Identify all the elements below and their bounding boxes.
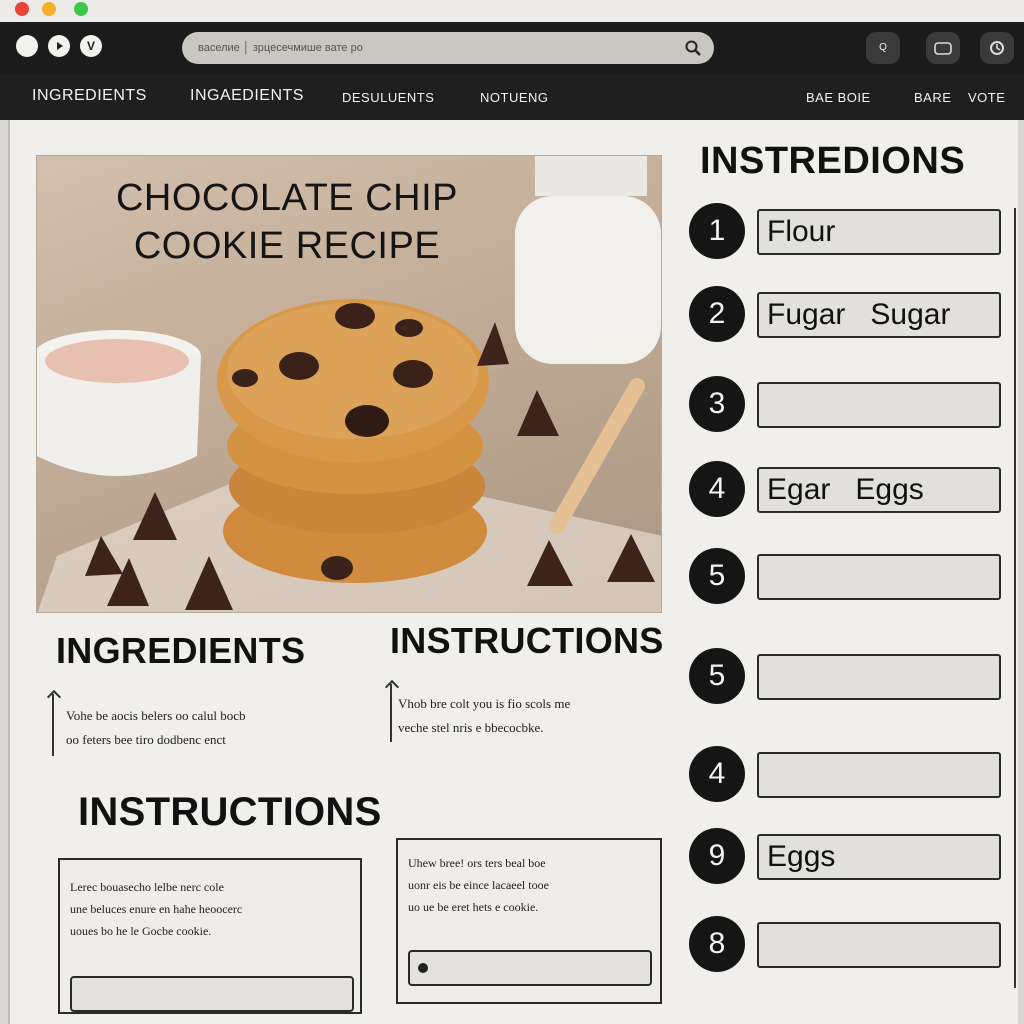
browser-toolbar: V васелие │ зрцесечмише вате ро Q [0,22,1024,74]
nav-item-bare[interactable]: BARE [914,90,951,105]
instruction-input-2[interactable] [408,950,652,986]
nav-item-desuluents[interactable]: DESULUENTS [342,90,434,105]
instruction-box-1: Lerec bouasecho lelbe nerc cole une belu… [58,858,362,1014]
camera-icon [934,42,952,55]
step-row: 9 Eggs [689,828,1009,890]
cursor-dot-icon [418,963,428,973]
step-number-badge: 1 [689,203,745,259]
step-number-badge: 9 [689,828,745,884]
ingredient-field[interactable]: Fugar Sugar [757,292,1001,338]
step-row: 5 [689,548,1009,610]
maximize-window-icon[interactable] [74,2,88,16]
site-nav: INGREDIENTS INGAEDIENTS DESULUENTS NOTUE… [0,74,1024,120]
instructions-heading-lower: INSTRUCTIONS [78,790,382,834]
ingredient-field[interactable] [757,922,1001,968]
address-text: васелие │ зрцесечмише вате ро [198,42,363,54]
ingredients-text-bracket [52,694,54,756]
nav-item-vote[interactable]: VOTE [968,90,1005,105]
step-row: 3 [689,376,1009,438]
box2-line-3: uo ue be eret hets e cookie. [408,900,539,914]
box1-line-2: une beluces enure en hahe heoocerc [70,902,243,916]
box1-line-1: Lerec bouasecho lelbe nerc cole [70,880,224,894]
minimize-window-icon[interactable] [42,2,56,16]
ingredient-field[interactable]: Egar Eggs [757,467,1001,513]
instruction-input-1[interactable] [70,976,354,1012]
ingredients-text-line-2: oo feters bee tiro dodbenc enct [66,732,226,747]
ingredients-heading: INGREDIENTS [56,630,306,671]
instructions-heading-top: INSTRUCTIONS [390,620,664,661]
recipe-hero-image: CHOCOLATE CHIP COOKIE RECIPE [36,155,662,613]
gear-icon [990,41,1004,55]
step-row: 1 Flour [689,203,1009,265]
settings-button[interactable] [980,32,1014,64]
instructions-text-line-2: veche stel nris e bbecocbke. [398,720,544,735]
window-chevron-button[interactable]: V [80,35,102,57]
recipe-title: CHOCOLATE CHIP COOKIE RECIPE [37,174,537,270]
ingredient-field[interactable] [757,752,1001,798]
nav-item-ingredients[interactable]: INGREDIENTS [32,87,147,105]
step-number-badge: 3 [689,376,745,432]
ingredient-field[interactable] [757,554,1001,600]
close-window-icon[interactable] [15,2,29,16]
instruction-box-2-text: Uhew bree! ors ters beal boe uonr eis be… [408,852,549,918]
window-dot-button[interactable] [16,35,38,57]
instruction-box-2: Uhew bree! ors ters beal boe uonr eis be… [396,838,662,1004]
step-number-badge: 5 [689,548,745,604]
box2-line-1: Uhew bree! ors ters beal boe [408,856,546,870]
camera-button[interactable] [926,32,960,64]
step-number-badge: 4 [689,746,745,802]
step-number-badge: 5 [689,648,745,704]
instructions-text-bracket [390,684,392,742]
instruction-box-1-text: Lerec bouasecho lelbe nerc cole une belu… [70,876,242,942]
sidebar-rail [1014,208,1016,988]
step-row: 4 Egar Eggs [689,461,1009,523]
step-row: 2 Fugar Sugar [689,286,1009,348]
address-bar[interactable]: васелие │ зрцесечмише вате ро [182,32,714,64]
os-title-strip [0,0,1024,22]
zoom-button[interactable]: Q [866,32,900,64]
step-row: 4 [689,746,1009,808]
ingredient-field[interactable]: Eggs [757,834,1001,880]
instructions-text: Vhob bre colt you is fio scols me veche … [398,692,570,740]
ingredient-field[interactable]: Flour [757,209,1001,255]
step-number-badge: 2 [689,286,745,342]
recipe-title-line-2: COOKIE RECIPE [133,225,441,267]
ingredient-field[interactable] [757,382,1001,428]
ingredient-field[interactable] [757,654,1001,700]
instructions-text-line-1: Vhob bre colt you is fio scols me [398,696,571,711]
box1-line-3: uoues bo he le Gocbe cookie. [70,924,212,938]
nav-item-ingaedients[interactable]: INGAEDIENTS [190,87,304,105]
box2-line-2: uonr eis be eince lacaeel tooe [408,878,549,892]
step-row: 8 [689,916,1009,978]
step-number-badge: 4 [689,461,745,517]
ingredients-text: Vohe be aocis belers oo calul bocb oo fe… [66,704,246,752]
nav-item-notueng[interactable]: NOTUENG [480,90,549,105]
sidebar-heading: INSTREDIONS [700,140,966,182]
play-icon [57,42,63,50]
step-row: 5 [689,648,1009,710]
step-number-badge: 8 [689,916,745,972]
ingredients-text-line-1: Vohe be aocis belers oo calul bocb [66,708,246,723]
nav-item-bae-boie[interactable]: BAE BOIE [806,90,871,105]
recipe-title-line-1: CHOCOLATE CHIP [115,177,458,219]
window-play-button[interactable] [48,35,70,57]
search-icon[interactable] [684,39,702,57]
